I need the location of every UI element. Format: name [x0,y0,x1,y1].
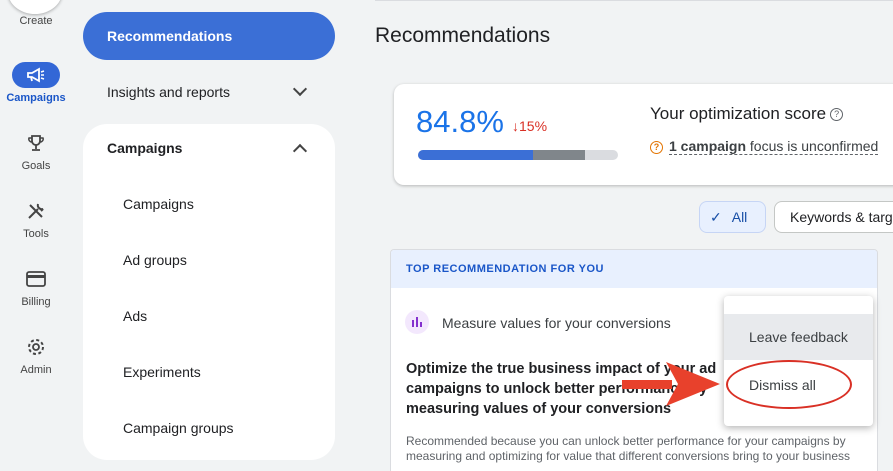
nav-item-recommendations[interactable]: Recommendations [83,12,335,60]
score-progress-bar [418,150,618,160]
help-icon[interactable]: ? [830,108,844,122]
nav-campaigns-group: Campaigns Campaigns Ad groups Ads Experi… [83,124,335,460]
annotation-highlight-oval [726,360,852,409]
nav-sub-ads[interactable]: Ads [123,308,147,324]
check-icon: ✓ [710,208,722,225]
arrow-down-icon: ↓ [512,118,519,134]
score-delta: ↓15% [512,118,548,134]
rec-type-label: Measure values for your conversions [442,315,671,331]
header-divider [375,0,893,1]
chevron-up-icon[interactable] [292,143,308,159]
rail-item-billing[interactable]: Billing [0,266,72,308]
campaign-link[interactable]: 1 campaign focus is unconfirmed [669,138,879,155]
score-progress-fill [418,150,533,160]
left-rail: Create Campaigns Goals Tools Billing Adm… [0,0,72,471]
chevron-down-icon[interactable] [292,81,308,97]
rail-item-tools[interactable]: Tools [0,198,72,240]
nav-campaigns-header[interactable]: Campaigns [107,140,182,156]
megaphone-icon [12,62,60,88]
score-progress-previous [533,150,585,160]
menu-item-leave-feedback[interactable]: Leave feedback [724,314,873,360]
unconfirmed-warning: ? 1 campaign focus is unconfirmed [650,138,879,155]
gear-icon [12,334,60,360]
warning-icon: ? [650,140,663,154]
score-value: 84.8% [416,104,504,139]
rec-explanation: Recommended because you can unlock bette… [406,434,851,463]
nav-sub-ad-groups[interactable]: Ad groups [123,252,187,268]
rec-banner: TOP RECOMMENDATION FOR YOU [391,250,877,288]
score-heading: Your optimization score? [650,104,844,124]
rail-item-goals[interactable]: Goals [0,130,72,172]
nav-sub-campaigns[interactable]: Campaigns [123,196,194,212]
create-label[interactable]: Create [0,15,72,27]
rail-item-admin[interactable]: Admin [0,334,72,376]
filter-chip-all[interactable]: ✓ All [699,201,766,233]
credit-card-icon [12,266,60,292]
nav-item-insights[interactable]: Insights and reports [107,84,230,100]
tools-icon [12,198,60,224]
create-button[interactable] [8,0,62,14]
page-title: Recommendations [375,24,551,47]
nav-sub-campaign-groups[interactable]: Campaign groups [123,420,234,436]
optimization-score-card: 84.8% ↓15% Your optimization score? ? 1 c… [394,84,893,185]
filter-chip-keywords[interactable]: Keywords & targeting [774,201,893,233]
rail-item-campaigns[interactable]: Campaigns [0,62,72,104]
trophy-icon [12,130,60,156]
nav-sub-experiments[interactable]: Experiments [123,364,201,380]
annotation-arrow-icon [622,362,720,406]
bar-chart-icon [405,310,429,334]
